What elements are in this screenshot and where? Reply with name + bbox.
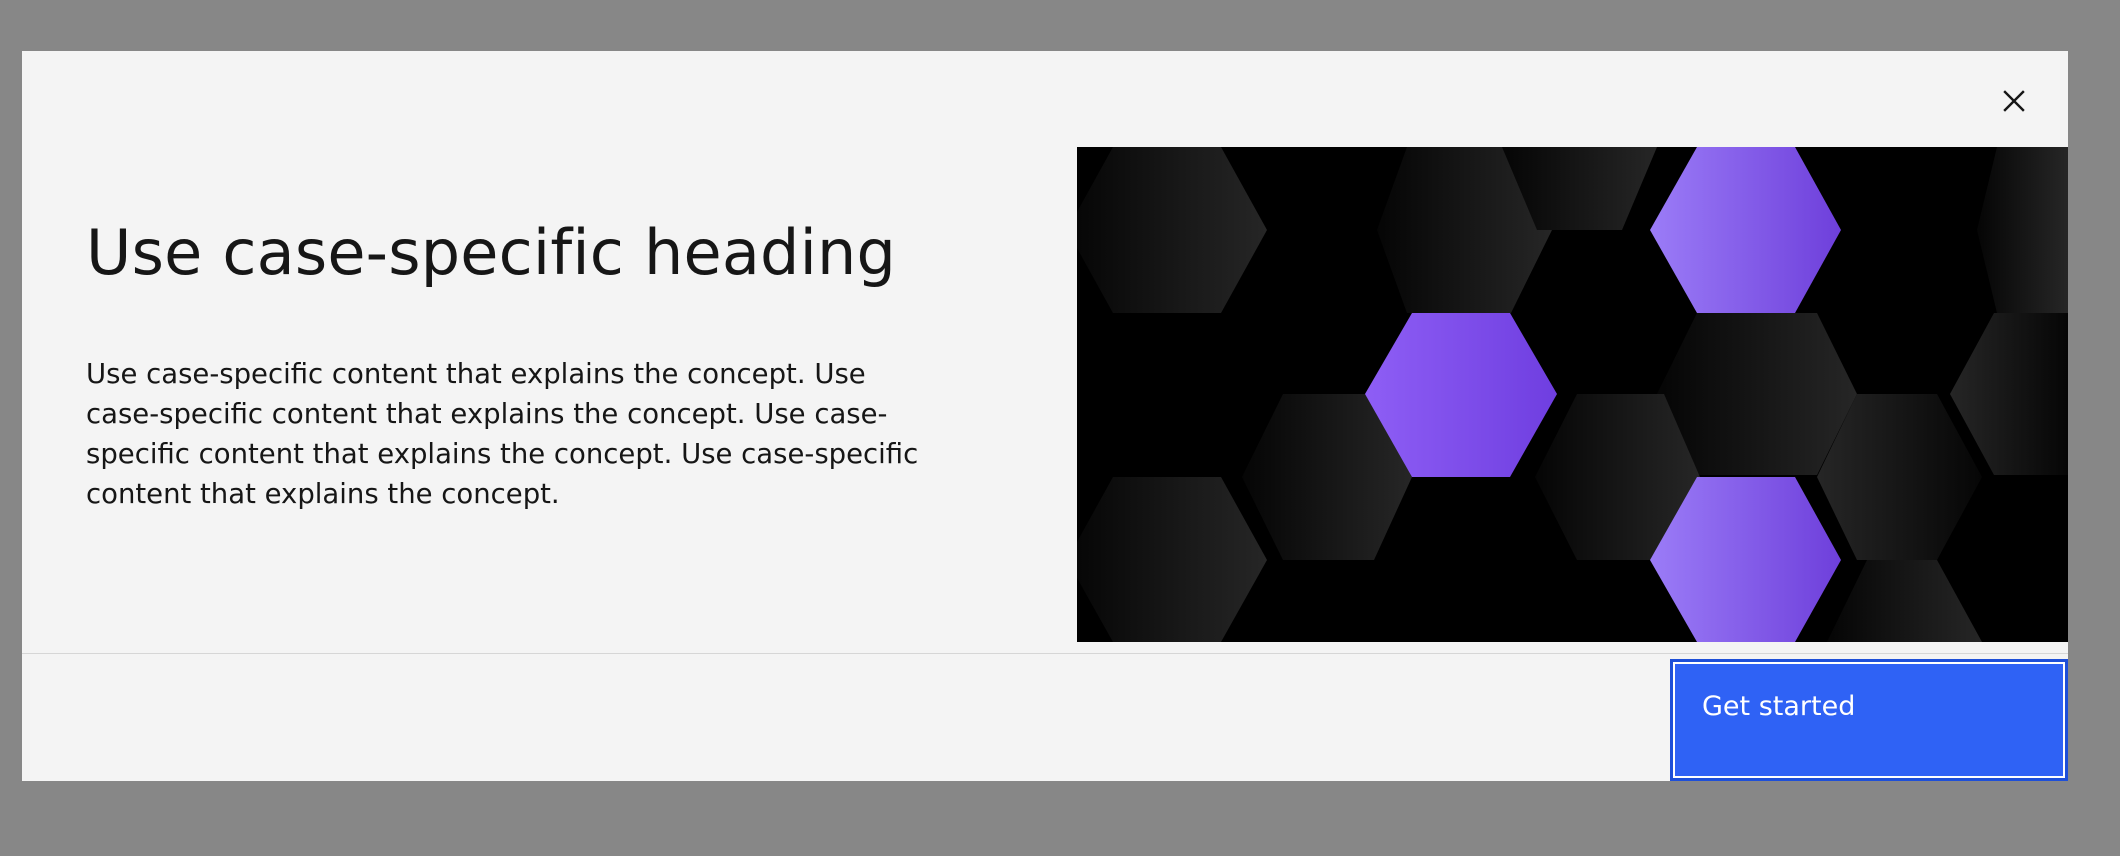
get-started-button-label: Get started xyxy=(1702,691,1856,722)
close-icon xyxy=(2003,90,2025,112)
modal-body-text: Use case-specific content that explains … xyxy=(86,358,919,510)
hexagon-pattern-graphic xyxy=(1077,147,2068,642)
modal-footer: Get started xyxy=(22,654,2068,781)
get-started-button[interactable]: Get started xyxy=(1670,659,2068,781)
modal-heading: Use case-specific heading xyxy=(86,216,897,289)
modal-dialog: Use case-specific heading Use case-speci… xyxy=(22,51,2068,781)
hero-image xyxy=(1077,147,2068,642)
close-button[interactable] xyxy=(1992,79,2036,123)
